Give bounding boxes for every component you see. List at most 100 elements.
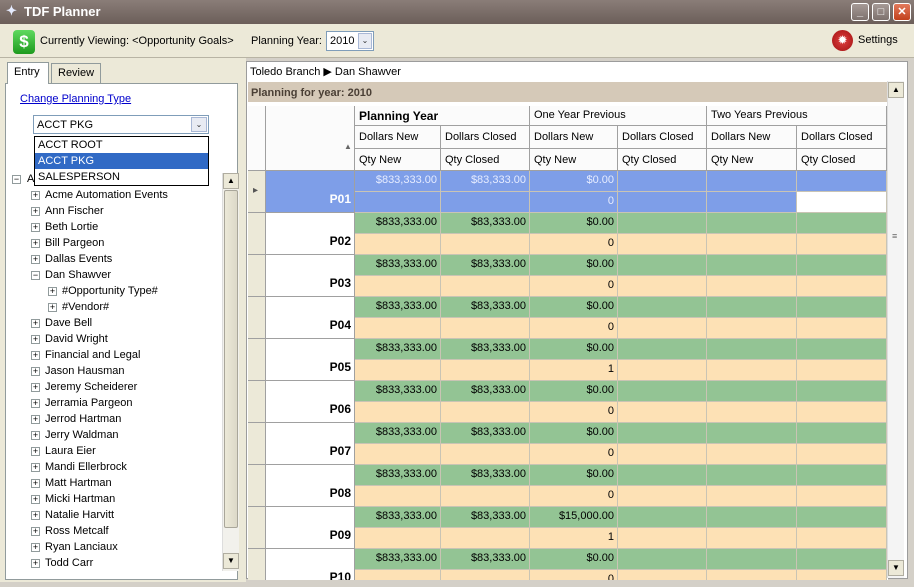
qty-cell[interactable] (441, 276, 530, 297)
dollars-cell[interactable]: $83,333.00 (441, 423, 530, 444)
dollars-cell[interactable] (797, 549, 887, 570)
dollars-cell[interactable] (707, 171, 797, 192)
qty-cell[interactable] (707, 570, 797, 580)
qty-cell[interactable] (618, 234, 707, 255)
dollars-cell[interactable]: $833,333.00 (355, 549, 441, 570)
dollars-cell[interactable] (797, 255, 887, 276)
expand-icon[interactable]: + (31, 463, 40, 472)
qty-cell[interactable] (355, 360, 441, 381)
dollars-cell[interactable] (707, 549, 797, 570)
dollars-column-header[interactable]: Dollars New (530, 126, 618, 149)
dollars-cell[interactable]: $833,333.00 (355, 213, 441, 234)
qty-cell[interactable] (441, 528, 530, 549)
dollars-cell[interactable] (797, 171, 887, 192)
dollars-cell[interactable]: $83,333.00 (441, 339, 530, 360)
qty-cell[interactable] (441, 318, 530, 339)
dollars-cell[interactable] (707, 507, 797, 528)
tree-scrollbar[interactable]: ▲ ▼ (222, 173, 239, 571)
qty-cell[interactable]: 0 (530, 276, 618, 297)
qty-column-header[interactable]: Qty New (707, 149, 797, 171)
dollars-cell[interactable]: $833,333.00 (355, 171, 441, 192)
chevron-down-icon[interactable]: ⌄ (191, 117, 207, 132)
qty-cell[interactable]: 0 (530, 570, 618, 580)
collapse-icon[interactable]: − (31, 271, 40, 280)
dollars-cell[interactable]: $0.00 (530, 297, 618, 318)
dollars-cell[interactable]: $0.00 (530, 213, 618, 234)
scroll-up-button[interactable]: ▲ (223, 173, 239, 189)
qty-cell[interactable] (618, 360, 707, 381)
dollars-cell[interactable]: $15,000.00 (530, 507, 618, 528)
qty-cell[interactable] (618, 570, 707, 580)
expand-icon[interactable]: + (31, 335, 40, 344)
qty-cell[interactable] (707, 276, 797, 297)
qty-cell[interactable] (441, 570, 530, 580)
expand-icon[interactable]: + (31, 223, 40, 232)
qty-cell[interactable] (797, 444, 887, 465)
expand-icon[interactable]: + (48, 287, 57, 296)
dollars-cell[interactable] (797, 339, 887, 360)
qty-cell[interactable]: 0 (530, 234, 618, 255)
scroll-down-button[interactable]: ▼ (223, 553, 239, 569)
qty-cell[interactable] (707, 444, 797, 465)
qty-cell[interactable] (441, 360, 530, 381)
dollars-cell[interactable]: $83,333.00 (441, 381, 530, 402)
row-header[interactable] (248, 213, 266, 255)
qty-cell[interactable]: 1 (530, 360, 618, 381)
dollars-cell[interactable] (797, 423, 887, 444)
dollars-cell[interactable] (618, 339, 707, 360)
chevron-down-icon[interactable]: ⌄ (358, 33, 372, 49)
qty-cell[interactable] (797, 570, 887, 580)
dollars-cell[interactable]: $833,333.00 (355, 339, 441, 360)
expand-icon[interactable]: + (31, 527, 40, 536)
dollars-cell[interactable] (618, 255, 707, 276)
qty-cell[interactable] (618, 402, 707, 423)
qty-cell[interactable] (441, 192, 530, 213)
close-button[interactable]: ✕ (893, 3, 911, 21)
qty-cell[interactable] (355, 570, 441, 580)
dollars-cell[interactable]: $833,333.00 (355, 255, 441, 276)
row-header[interactable]: ▸ (248, 171, 266, 213)
qty-cell[interactable] (355, 318, 441, 339)
qty-cell[interactable] (441, 444, 530, 465)
qty-cell[interactable] (707, 234, 797, 255)
qty-cell[interactable] (618, 276, 707, 297)
qty-cell[interactable] (707, 360, 797, 381)
dollars-cell[interactable]: $83,333.00 (441, 507, 530, 528)
qty-column-header[interactable]: Qty New (355, 149, 441, 171)
period-column-header[interactable]: ▲ (266, 106, 355, 171)
dollars-cell[interactable]: $0.00 (530, 171, 618, 192)
dollars-cell[interactable]: $0.00 (530, 339, 618, 360)
dropdown-option-selected[interactable]: ACCT PKG (35, 153, 208, 169)
dollars-cell[interactable] (797, 381, 887, 402)
dollars-cell[interactable] (618, 423, 707, 444)
row-header[interactable] (248, 255, 266, 297)
expand-icon[interactable]: + (31, 367, 40, 376)
settings-button[interactable]: ✹ Settings (830, 29, 906, 53)
dollars-column-header[interactable]: Dollars New (355, 126, 441, 149)
dollars-cell[interactable]: $833,333.00 (355, 465, 441, 486)
expand-icon[interactable]: + (31, 559, 40, 568)
dollars-cell[interactable] (797, 297, 887, 318)
dollars-cell[interactable] (797, 465, 887, 486)
dollars-cell[interactable]: $83,333.00 (441, 213, 530, 234)
expand-icon[interactable]: + (31, 351, 40, 360)
tab-review[interactable]: Review (51, 63, 101, 83)
qty-cell[interactable] (355, 402, 441, 423)
dollars-column-header[interactable]: Dollars Closed (441, 126, 530, 149)
expand-icon[interactable]: + (31, 495, 40, 504)
qty-cell[interactable] (355, 276, 441, 297)
expand-icon[interactable]: + (31, 255, 40, 264)
dollars-cell[interactable] (618, 465, 707, 486)
row-header[interactable] (248, 381, 266, 423)
qty-cell[interactable]: 0 (530, 486, 618, 507)
dollars-cell[interactable]: $83,333.00 (441, 255, 530, 276)
row-header[interactable] (248, 423, 266, 465)
dollars-cell[interactable]: $0.00 (530, 549, 618, 570)
dollars-cell[interactable]: $833,333.00 (355, 507, 441, 528)
qty-cell[interactable] (618, 486, 707, 507)
qty-cell[interactable] (441, 402, 530, 423)
dollars-cell[interactable] (707, 213, 797, 234)
row-header[interactable] (248, 465, 266, 507)
qty-cell[interactable] (355, 486, 441, 507)
minimize-button[interactable]: _ (851, 3, 869, 21)
